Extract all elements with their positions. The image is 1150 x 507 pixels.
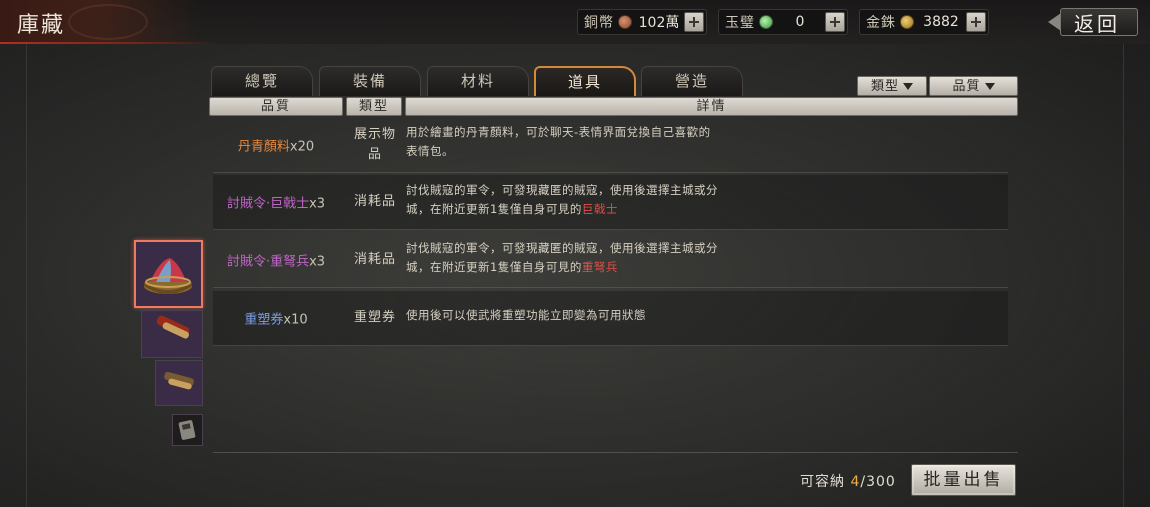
item-row[interactable]: 丹青顏料x20 展示物 品 用於繪畫的丹青顏料，可於聊天-表情界面兌換自己喜歡的… (213, 118, 1008, 173)
quality-filter-dropdown[interactable]: 品質 (929, 76, 1018, 96)
page-title: 庫藏 (17, 13, 66, 38)
item-name-cell: 重塑券x10 (213, 309, 339, 328)
item-type: 重塑券 (353, 310, 396, 325)
item-detail-line: 用於繪畫的丹青顏料，可於聊天-表情界面兌換自己喜歡的 (406, 125, 711, 139)
top-bar: 庫藏 銅幣 102萬 玉璧 0 金銖 3882 返回 (0, 0, 1150, 44)
item-detail-line: 討伐賊寇的軍令，可發現藏匿的賊寇，使用後選擇主城或分 (406, 183, 718, 197)
item-name: 討賊令·重弩兵 (226, 254, 310, 270)
capacity-display: 可容納 4/300 (800, 471, 896, 491)
item-detail-line: 城，在附近更新1隻僅自身可見的 (406, 260, 582, 274)
item-name-cell: 討賊令·重弩兵x3 (213, 251, 339, 270)
capacity-current: 4 (850, 474, 861, 490)
column-header-details: 詳情 (405, 97, 1018, 116)
capacity-label: 可容納 (800, 474, 845, 490)
item-detail-line: 城，在附近更新1隻僅自身可見的 (406, 202, 582, 216)
item-row[interactable]: 討賊令·重弩兵x3 消耗品 討伐賊寇的軍令，可發現藏匿的賊寇，使用後選擇主城或分… (213, 233, 1008, 288)
tab-materials[interactable]: 材料 (427, 66, 529, 96)
item-quantity: x20 (289, 139, 315, 155)
scroll-icon (142, 311, 202, 357)
currency-name: 玉璧 (725, 15, 755, 31)
back-button-label: 返回 (1074, 12, 1120, 36)
item-detail: 使用後可以使武將重塑功能立即變為可用狀態 (406, 306, 786, 325)
capacity-max: /300 (860, 474, 896, 490)
footer-divider (213, 452, 1018, 453)
tab-overview[interactable]: 總覽 (211, 66, 313, 96)
add-jade-button[interactable] (825, 12, 845, 32)
copper-coin-icon (618, 15, 632, 29)
item-type-line: 品 (367, 147, 382, 162)
reshape-ticket-thumbnail[interactable] (172, 414, 203, 446)
item-detail-line: 表情包。 (406, 144, 454, 158)
currency-name: 銅幣 (584, 15, 614, 31)
currency-jade: 玉璧 0 (718, 9, 848, 35)
quality-filter-label: 品質 (952, 79, 981, 94)
item-detail: 討伐賊寇的軍令，可發現藏匿的賊寇，使用後選擇主城或分 城，在附近更新1隻僅自身可… (406, 239, 786, 277)
item-name: 討賊令·巨戟士 (226, 196, 310, 212)
item-detail-line: 討伐賊寇的軍令，可發現藏匿的賊寇，使用後選擇主城或分 (406, 241, 718, 255)
item-row[interactable]: 討賊令·巨戟士x3 消耗品 討伐賊寇的軍令，可發現藏匿的賊寇，使用後選擇主城或分… (213, 175, 1008, 230)
ticket-icon (178, 420, 196, 440)
item-type-line: 展示物 (353, 127, 396, 142)
item-name-cell: 丹青顏料x20 (213, 136, 339, 155)
detail-highlight: 巨戟士 (581, 202, 618, 216)
currency-name: 金銖 (866, 15, 896, 31)
item-type: 消耗品 (353, 252, 396, 267)
tab-items[interactable]: 道具 (534, 66, 636, 96)
currency-value: 0 (795, 14, 805, 30)
pigment-bowl-icon (136, 242, 201, 306)
column-header-quality[interactable]: 品質 (209, 97, 343, 116)
currency-gold: 金銖 3882 (859, 9, 989, 35)
add-gold-button[interactable] (966, 12, 986, 32)
bandit-order-scroll-thumbnail[interactable] (155, 360, 203, 406)
item-detail-line: 使用後可以使武將重塑功能立即變為可用狀態 (406, 308, 646, 322)
currency-value: 3882 (923, 14, 959, 30)
item-name-cell: 討賊令·巨戟士x3 (213, 193, 339, 212)
item-detail: 用於繪畫的丹青顏料，可於聊天-表情界面兌換自己喜歡的 表情包。 (406, 123, 786, 161)
bandit-order-scroll-thumbnail[interactable] (141, 310, 203, 358)
batch-sell-button[interactable]: 批量出售 (911, 464, 1016, 496)
item-type: 展示物 品 (347, 125, 403, 165)
item-type: 消耗品 (353, 194, 396, 209)
item-quantity: x3 (309, 254, 326, 270)
pigment-bowl-thumbnail[interactable] (134, 240, 203, 308)
currency-value: 102萬 (638, 15, 680, 31)
add-copper-button[interactable] (684, 12, 704, 32)
dropdown-arrow-icon (984, 83, 995, 90)
jade-disc-icon (759, 15, 773, 29)
type-filter-dropdown[interactable]: 類型 (857, 76, 927, 96)
back-button[interactable]: 返回 (1048, 6, 1143, 38)
type-filter-label: 類型 (870, 79, 899, 94)
currency-copper: 銅幣 102萬 (577, 9, 707, 35)
scroll-icon (156, 361, 202, 405)
item-quantity: x10 (283, 312, 308, 328)
detail-highlight: 重弩兵 (581, 260, 618, 274)
item-name: 重塑券 (244, 312, 284, 328)
dropdown-arrow-icon (903, 83, 913, 90)
item-row[interactable]: 重塑券x10 重塑券 使用後可以使武將重塑功能立即變為可用狀態 (213, 291, 1008, 346)
tab-equipment[interactable]: 裝備 (319, 66, 421, 96)
tab-construction[interactable]: 營造 (641, 66, 743, 96)
cloud-swirl-decoration (68, 4, 148, 40)
item-detail: 討伐賊寇的軍令，可發現藏匿的賊寇，使用後選擇主城或分 城，在附近更新1隻僅自身可… (406, 181, 786, 219)
gold-coin-icon (900, 15, 914, 29)
column-header-type[interactable]: 類型 (346, 97, 402, 116)
item-name: 丹青顏料 (237, 139, 290, 155)
item-quantity: x3 (309, 196, 326, 212)
